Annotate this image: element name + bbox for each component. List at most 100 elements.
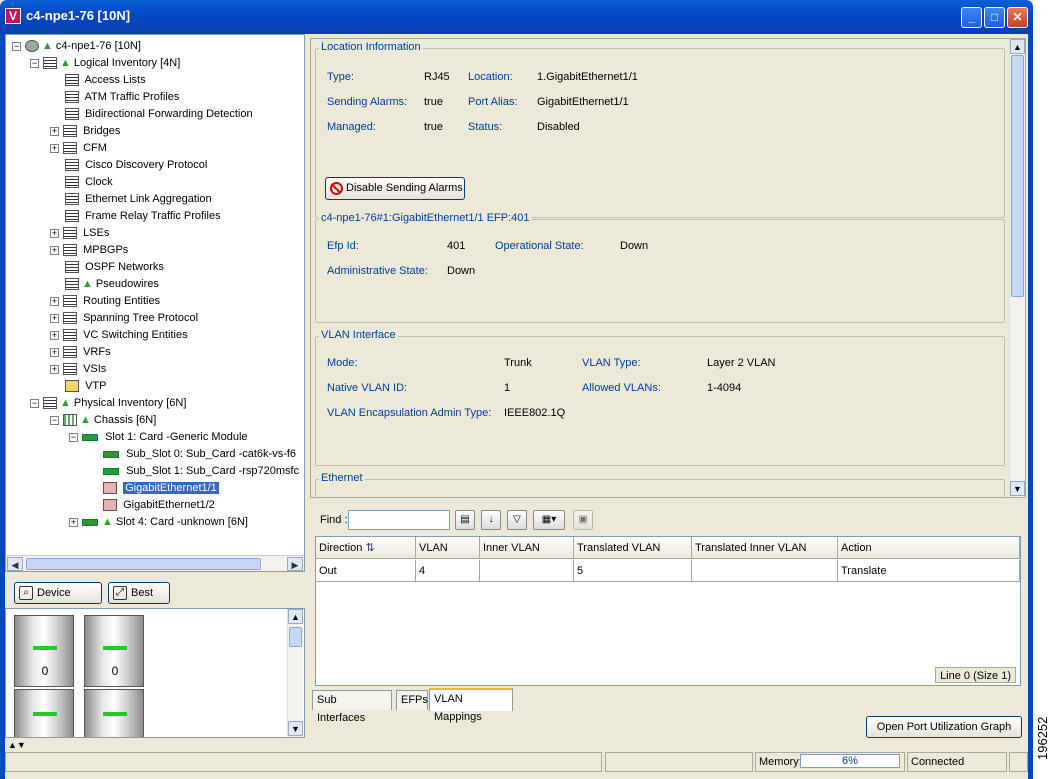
- tree-horizontal-scrollbar[interactable]: ◀ ▶: [6, 555, 304, 571]
- tree-node-frame-relay[interactable]: Frame Relay Traffic Profiles: [65, 208, 221, 225]
- expand-icon[interactable]: +: [50, 296, 59, 306]
- tree-node-mpbgps[interactable]: + MPBGPs: [50, 242, 128, 259]
- collapse-icon[interactable]: −: [69, 432, 78, 442]
- table-cell-inner-vlan[interactable]: [480, 560, 574, 582]
- open-port-utilization-graph-button[interactable]: Open Port Utilization Graph: [866, 716, 1022, 738]
- chassis-slot[interactable]: 1: [14, 689, 74, 737]
- collapse-icon[interactable]: −: [12, 41, 21, 51]
- tree-node-bfd[interactable]: Bidirectional Forwarding Detection: [65, 106, 253, 123]
- scroll-thumb[interactable]: [26, 558, 261, 570]
- splitter-collapse-icon[interactable]: ▲▼: [8, 740, 26, 750]
- tab-sub-interfaces[interactable]: Sub Interfaces: [312, 690, 392, 724]
- efp-id-value: 401: [447, 240, 466, 252]
- collapse-icon[interactable]: −: [50, 415, 59, 425]
- tree-node-cfm[interactable]: + CFM: [50, 140, 107, 157]
- tree-node-gigabitethernet1-1[interactable]: GigabitEthernet1/1: [103, 480, 219, 497]
- table-icon: [63, 312, 77, 325]
- tree-node-vsis[interactable]: + VSIs: [50, 361, 106, 378]
- tree-node-atm-traffic-profiles[interactable]: ATM Traffic Profiles: [65, 89, 179, 106]
- inventory-tree[interactable]: − ▲ c4-npe1-76 [10N] − ▲ Logical Inventory […: [6, 35, 304, 555]
- find-next-icon[interactable]: ▤: [455, 510, 475, 530]
- expand-icon[interactable]: +: [50, 126, 59, 136]
- collapse-icon[interactable]: −: [30, 398, 39, 408]
- chassis-slot[interactable]: 0: [14, 615, 74, 687]
- expand-icon[interactable]: +: [69, 517, 78, 527]
- device-zoom-button[interactable]: ⌕Device Zoom: [14, 582, 102, 619]
- device-view[interactable]: 0 0 1 1 ▲ ▼: [5, 608, 305, 738]
- tree-node-bridges[interactable]: + Bridges: [50, 123, 120, 140]
- maximize-button[interactable]: □: [984, 7, 1005, 28]
- table-cell-translated-inner-vlan[interactable]: [692, 560, 838, 582]
- tree-node-pseudowires[interactable]: ▲ Pseudowires: [65, 276, 159, 293]
- tree-node-access-lists[interactable]: Access Lists: [65, 72, 146, 89]
- tree-node-chassis[interactable]: − ▲ Chassis [6N]: [50, 412, 156, 429]
- device-view-scrollbar[interactable]: ▲ ▼: [287, 609, 303, 737]
- tree-node-sub-slot-0[interactable]: Sub_Slot 0: Sub_Card -cat6k-vs-f6: [103, 446, 296, 463]
- table-cell-vlan[interactable]: 4: [416, 560, 480, 582]
- collapse-icon[interactable]: −: [30, 58, 39, 68]
- minimize-button[interactable]: _: [961, 7, 982, 28]
- tree-node-ethernet-link-aggregation[interactable]: Ethernet Link Aggregation: [65, 191, 212, 208]
- scroll-thumb[interactable]: [1011, 55, 1024, 297]
- vlan-mappings-table: Direction ⇅ VLAN Inner VLAN Translated V…: [315, 536, 1021, 686]
- tree-node-physical-inventory[interactable]: − ▲ Physical Inventory [6N]: [30, 395, 186, 412]
- scroll-right-icon[interactable]: ▶: [287, 557, 303, 571]
- find-input[interactable]: [348, 510, 450, 530]
- scroll-left-icon[interactable]: ◀: [7, 557, 23, 571]
- tree-node-clock[interactable]: Clock: [65, 174, 113, 191]
- tree-node-slot-4[interactable]: + ▲ Slot 4: Card -unknown [6N]: [69, 514, 248, 531]
- tree-node-ospf-networks[interactable]: OSPF Networks: [65, 259, 164, 276]
- tree-node-device[interactable]: − ▲ c4-npe1-76 [10N]: [12, 38, 141, 55]
- scroll-thumb[interactable]: [289, 627, 302, 647]
- best-fit-button[interactable]: ⤢Best Fit: [108, 582, 170, 619]
- tab-vlan-mappings[interactable]: VLAN Mappings: [429, 688, 513, 723]
- tree-node-cdp[interactable]: Cisco Discovery Protocol: [65, 157, 207, 174]
- scroll-down-icon[interactable]: ▼: [288, 721, 303, 736]
- tree-node-vc-switching[interactable]: + VC Switching Entities: [50, 327, 188, 344]
- table-icon: [65, 159, 79, 172]
- scroll-up-icon[interactable]: ▲: [1010, 39, 1025, 54]
- scroll-up-icon[interactable]: ▲: [288, 609, 303, 624]
- expand-icon[interactable]: +: [50, 330, 59, 340]
- column-header-inner-vlan[interactable]: Inner VLAN: [480, 537, 574, 559]
- properties-scrollbar[interactable]: ▲ ▼: [1009, 39, 1025, 497]
- disable-sending-alarms-button[interactable]: Disable Sending Alarms: [325, 177, 465, 200]
- table-cell-translated-vlan[interactable]: 5: [574, 560, 692, 582]
- column-header-action[interactable]: Action: [838, 537, 1020, 559]
- scroll-down-icon[interactable]: ▼: [1010, 481, 1025, 496]
- device-icon: [25, 40, 39, 53]
- column-header-translated-vlan[interactable]: Translated VLAN: [574, 537, 692, 559]
- column-header-translated-inner-vlan[interactable]: Translated Inner VLAN: [692, 537, 838, 559]
- tab-efps[interactable]: EFPs: [396, 690, 428, 710]
- columns-menu-icon[interactable]: ▦▾: [533, 510, 565, 530]
- table-icon: [63, 363, 77, 376]
- tree-node-lses[interactable]: + LSEs: [50, 225, 109, 242]
- tree-node-routing-entities[interactable]: + Routing Entities: [50, 293, 160, 310]
- card-icon: [82, 433, 98, 441]
- expand-icon[interactable]: +: [50, 143, 59, 153]
- tree-node-logical-inventory[interactable]: − ▲ Logical Inventory [4N]: [30, 55, 180, 72]
- table-cell-direction[interactable]: Out: [316, 560, 416, 582]
- mode-value: Trunk: [504, 357, 532, 369]
- filter-icon[interactable]: ▽: [507, 510, 527, 530]
- tree-node-vtp[interactable]: VTP: [65, 378, 106, 395]
- table-cell-action[interactable]: Translate: [838, 560, 1020, 582]
- tree-node-vrfs[interactable]: + VRFs: [50, 344, 111, 361]
- expand-icon[interactable]: +: [50, 313, 59, 323]
- tree-node-gigabitethernet1-2[interactable]: GigabitEthernet1/2: [103, 497, 215, 514]
- export-icon[interactable]: ▣: [573, 510, 593, 530]
- expand-icon[interactable]: +: [50, 364, 59, 374]
- close-button[interactable]: ✕: [1007, 7, 1028, 28]
- expand-icon[interactable]: +: [50, 245, 59, 255]
- title-bar[interactable]: V c4-npe1-76 [10N] _ □ ✕: [0, 0, 1033, 34]
- chassis-slot[interactable]: 0: [84, 615, 144, 687]
- tree-node-spanning-tree[interactable]: + Spanning Tree Protocol: [50, 310, 198, 327]
- expand-icon[interactable]: +: [50, 347, 59, 357]
- sort-icon[interactable]: ↓: [481, 510, 501, 530]
- tree-node-slot-1[interactable]: − Slot 1: Card -Generic Module: [69, 429, 248, 446]
- expand-icon[interactable]: +: [50, 228, 59, 238]
- tree-node-sub-slot-1[interactable]: Sub_Slot 1: Sub_Card -rsp720msfc: [103, 463, 299, 480]
- column-header-vlan[interactable]: VLAN: [416, 537, 480, 559]
- chassis-slot[interactable]: 1: [84, 689, 144, 737]
- column-header-direction[interactable]: Direction ⇅: [316, 537, 416, 559]
